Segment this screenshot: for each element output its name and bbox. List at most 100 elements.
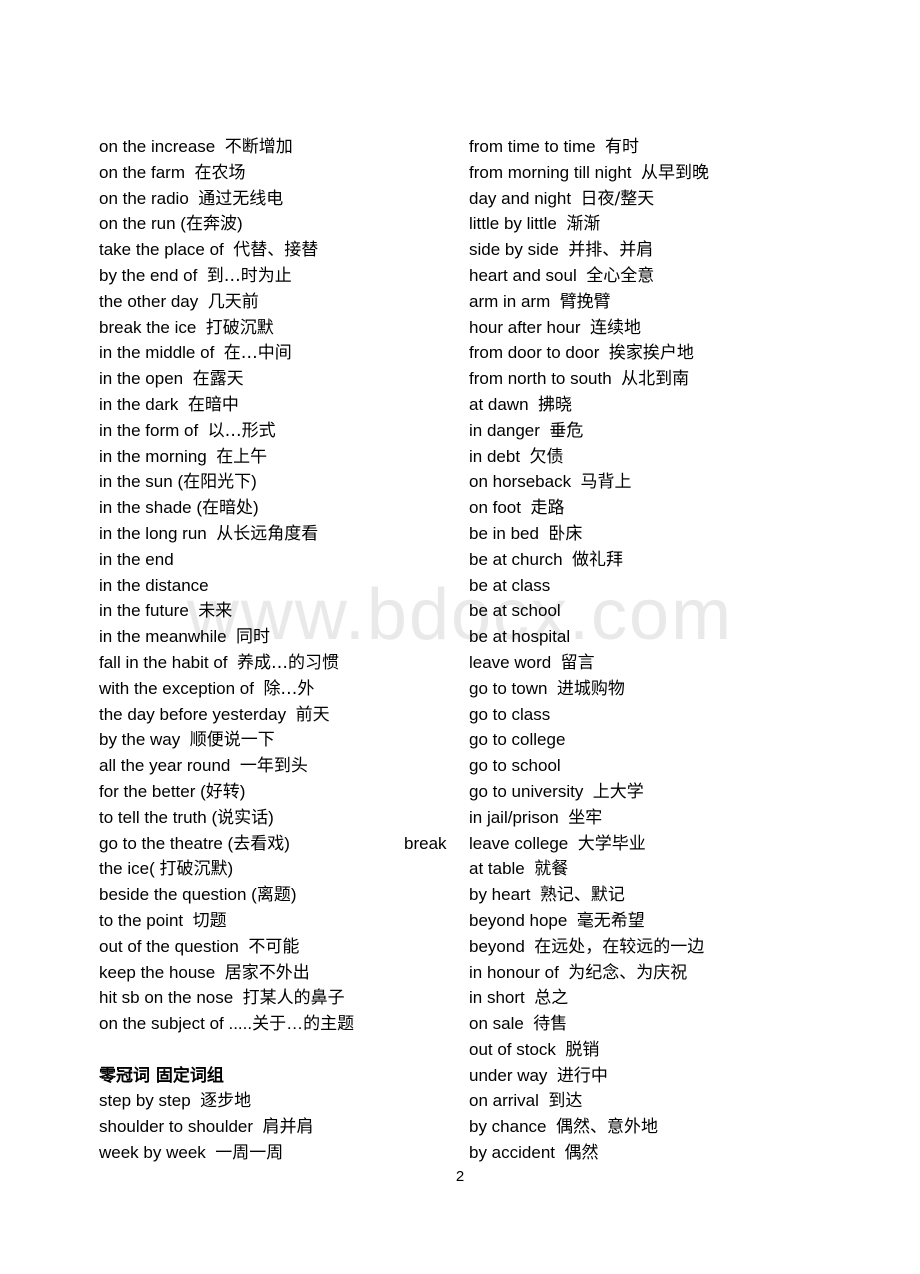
phrase-line: beyond 在远处，在较远的一边 [469,934,829,960]
phrase-chinese: 进行中 [556,1065,608,1086]
phrase-chinese: 全心全意 [586,265,655,286]
phrase-english: in debt [469,446,521,466]
phrase-line: be in bed 卧床 [469,521,829,547]
phrase-line: on the farm 在农场 [99,160,459,186]
phrase-chinese: 挨家挨户地 [608,343,694,364]
phrase-line: on foot 走路 [469,495,829,521]
phrase-chinese: 居家不外出 [224,962,310,983]
phrase-line: from door to door 挨家挨户地 [469,340,829,366]
phrase-chinese: 大学毕业 [577,833,646,854]
phrase-english: on horseback [469,472,572,492]
phrase-english: at dawn [469,394,529,414]
phrase-english: from north to south [469,369,612,389]
phrase-english: fall in the habit of [99,652,228,672]
phrase-chinese: 卧床 [548,523,583,544]
phrase-english: arm in arm [469,291,551,311]
phrase-chinese: 一周一周 [215,1143,284,1164]
phrase-line: take the place of 代替、接替 [99,237,459,263]
phrase-line: in the morning 在上午 [99,444,459,470]
phrase-english: take the place of [99,240,224,260]
phrase-english: in the meanwhile [99,627,227,647]
phrase-line: the ice( 打破沉默) [99,856,459,882]
phrase-chinese: 养成…的习惯 [236,652,339,673]
left-column: on the increase 不断增加 on the farm 在农场 on th… [99,134,459,1166]
phrase-line: in the end [99,547,459,573]
phrase-english: day and night [469,188,572,208]
phrase-line: go to class [469,702,829,728]
phrase-english: in the shade (在暗处) [99,498,259,518]
phrase-line: in the future 未来 [99,598,459,624]
phrase-chinese: 臂挽臂 [559,291,611,312]
phrase-english: in short [469,988,525,1008]
phrase-line: in jail/prison 坐牢 [469,805,829,831]
phrase-line: at table 就餐 [469,856,829,882]
phrase-line: week by week 一周一周 [99,1140,459,1166]
phrase-english: go to class [469,704,551,724]
phrase-chinese: 进城购物 [556,678,625,699]
phrase-line: beyond hope 毫无希望 [469,908,829,934]
phrase-english: for the better (好转) [99,781,246,801]
phrase-line: all the year round 一年到头 [99,753,459,779]
phrase-chinese: 切题 [192,910,227,931]
phrase-line: arm in arm 臂挽臂 [469,289,829,315]
phrase-english: the other day [99,291,199,311]
phrase-english: go to school [469,756,561,776]
phrase-line: in the sun (在阳光下) [99,469,459,495]
phrase-english: by heart [469,885,531,905]
phrase-line: on the run (在奔波) [99,211,459,237]
phrase-english: on the farm [99,162,185,182]
phrase-chinese: 几天前 [207,291,259,312]
phrase-line: the other day 几天前 [99,289,459,315]
phrase-english: under way [469,1065,548,1085]
phrase-english: on arrival [469,1091,539,1111]
phrase-line: the day before yesterday 前天 [99,702,459,728]
phrase-line: beside the question (离题) [99,882,459,908]
phrase-line: go to university 上大学 [469,779,829,805]
phrase-chinese: 为纪念、为庆祝 [568,962,688,983]
phrase-english: by the end of [99,265,198,285]
phrase-line: step by step 逐步地 [99,1088,459,1114]
phrase-chinese: 拂晓 [538,394,572,415]
phrase-english: go to university [469,781,584,801]
phrase-line: hour after hour 连续地 [469,315,829,341]
phrase-line: for the better (好转) [99,779,459,805]
phrase-chinese: 一年到头 [239,756,308,777]
phrase-chinese: 未来 [198,601,233,622]
phrase-english: on sale [469,1014,524,1034]
phrase-english: out of stock [469,1039,556,1059]
phrase-line: shoulder to shoulder 肩并肩 [99,1114,459,1140]
phrase-line: in the long run 从长远角度看 [99,521,459,547]
phrase-chinese: 坐牢 [568,807,603,828]
phrase-chinese: 在…中间 [223,343,292,364]
phrase-line: out of the question 不可能 [99,934,459,960]
phrase-chinese: 渐渐 [566,214,601,235]
phrase-line: hit sb on the nose 打某人的鼻子 [99,985,459,1011]
phrase-english: in the long run [99,523,207,543]
phrase-english: in the form of [99,420,199,440]
phrase-english: in the middle of [99,343,215,363]
phrase-line: fall in the habit of 养成…的习惯 [99,650,459,676]
phrase-english: heart and soul [469,265,577,285]
phrase-chinese: 欠债 [529,446,564,467]
phrase-english: go to the theatre (去看戏) [99,833,290,853]
phrase-chinese: 不断增加 [224,137,293,157]
phrase-chinese: 在远处，在较远的一边 [534,936,705,957]
phrase-english: from morning till night [469,162,632,182]
phrase-line: from time to time 有时 [469,134,829,160]
phrase-chinese: 垂危 [549,420,584,441]
phrase-english: at table [469,859,525,879]
phrase-chinese: 在农场 [194,162,246,183]
phrase-english: on the increase [99,137,216,156]
phrase-chinese: 就餐 [534,859,569,880]
phrase-english: hit sb on the nose [99,988,234,1008]
phrase-line: in the dark 在暗中 [99,392,459,418]
phrase-english: in the sun (在阳光下) [99,472,257,492]
phrase-chinese: 从北到南 [621,369,690,390]
phrase-english: on the subject of .....关于…的主题 [99,1014,355,1034]
phrase-english: with the exception of [99,678,254,698]
phrase-line: go to school [469,753,829,779]
phrase-english: in the future [99,601,189,621]
phrase-line: be at church 做礼拜 [469,547,829,573]
phrase-chinese: 顺便说一下 [189,730,275,751]
phrase-english: all the year round [99,756,231,776]
